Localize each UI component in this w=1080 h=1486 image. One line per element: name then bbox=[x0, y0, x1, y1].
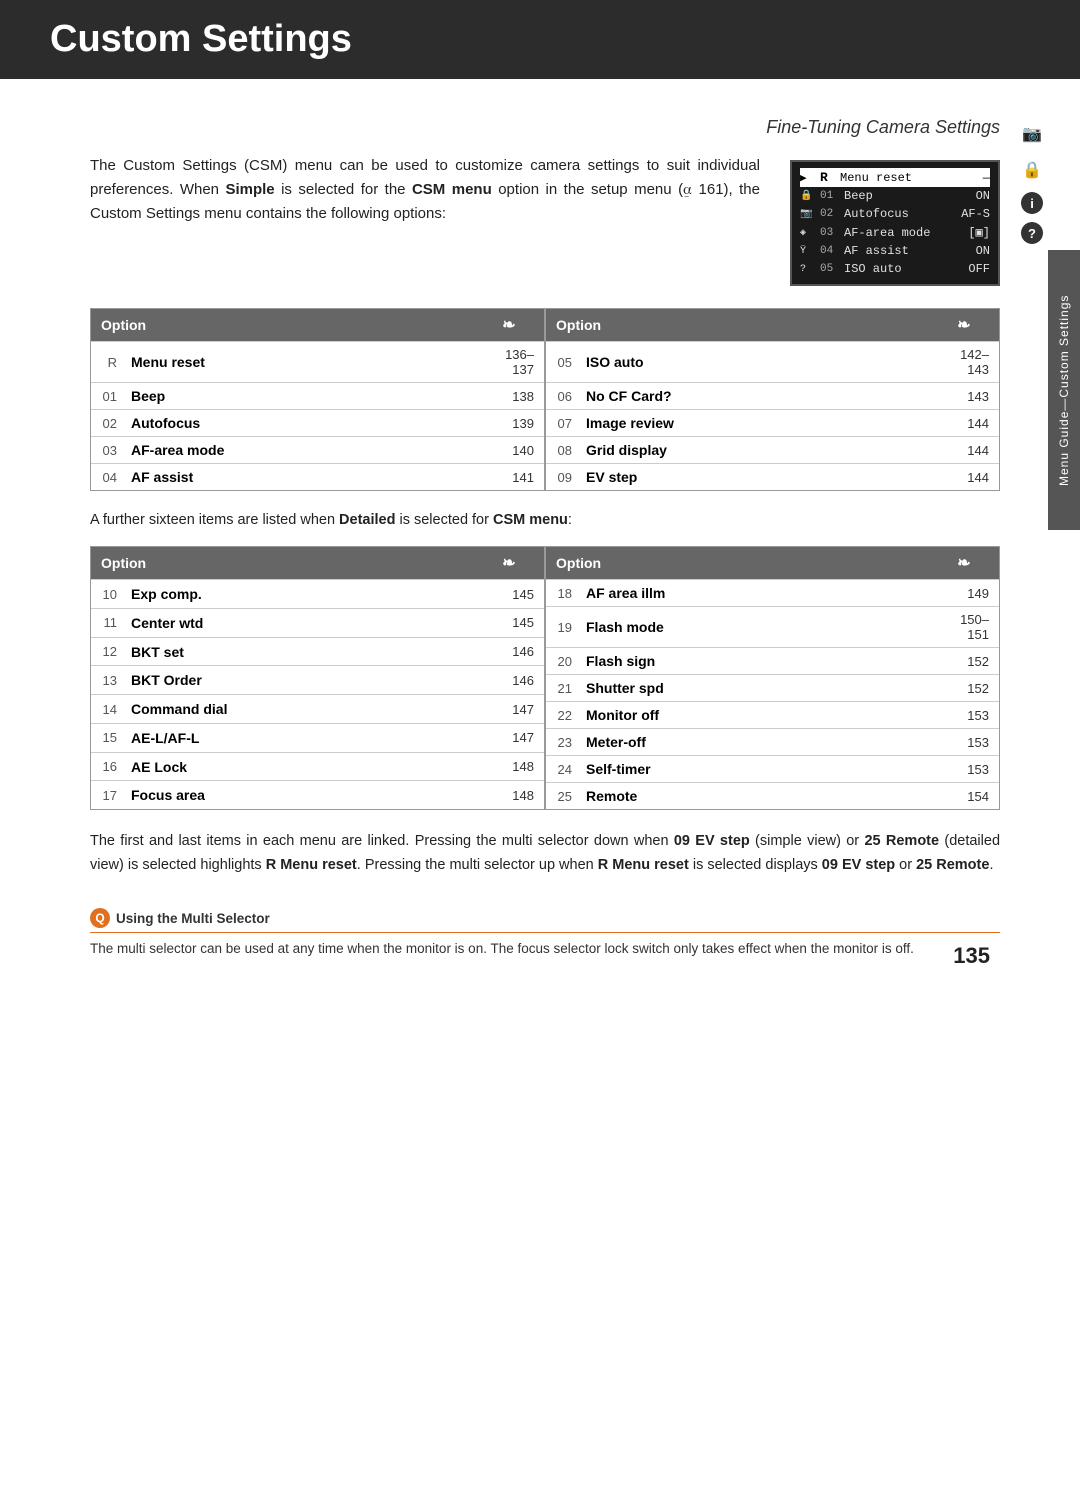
camera-screen-row: ▶ R Menu reset — bbox=[800, 168, 990, 187]
af-area-icon: ◈ bbox=[800, 227, 818, 239]
simple-right-header-option: Option bbox=[546, 309, 929, 342]
simple-left-header-option: Option bbox=[91, 309, 474, 342]
page-number: 135 bbox=[953, 943, 990, 969]
intro-text: The Custom Settings (CSM) menu can be us… bbox=[90, 154, 760, 226]
table-row: 14 Command dial 147 bbox=[91, 695, 544, 724]
table-row: 17 Focus area 148 bbox=[91, 781, 544, 809]
camera-screen: ▶ R Menu reset — 🔒 01 Beep ON 📷 02 Autof… bbox=[790, 160, 1000, 286]
table-row: 23 Meter-off 153 bbox=[546, 729, 999, 756]
header-bar: Custom Settings bbox=[0, 0, 1080, 79]
table-row: 25 Remote 154 bbox=[546, 783, 999, 810]
table-row: 12 BKT set 146 bbox=[91, 637, 544, 666]
table-row: 20 Flash sign 152 bbox=[546, 648, 999, 675]
table-row: 08 Grid display 144 bbox=[546, 437, 999, 464]
table-row: 05 ISO auto 142–143 bbox=[546, 342, 999, 383]
table-row: 06 No CF Card? 143 bbox=[546, 383, 999, 410]
camera-screen-row: 🔒 01 Beep ON bbox=[800, 187, 990, 205]
table-row: 15 AE-L/AF-L 147 bbox=[91, 723, 544, 752]
camera-right-icon: 📷 bbox=[1018, 120, 1046, 148]
question-right-icon: ? bbox=[1021, 222, 1043, 244]
note-section: Q Using the Multi Selector The multi sel… bbox=[90, 908, 1000, 959]
detailed-left-table: Option ❧ 10 Exp comp. 145 11 Center wtd … bbox=[91, 547, 544, 809]
note-title-text: Using the Multi Selector bbox=[116, 911, 270, 926]
table-row: 02 Autofocus 139 bbox=[91, 410, 544, 437]
detailed-menu-table: Option ❧ 10 Exp comp. 145 11 Center wtd … bbox=[90, 546, 1000, 810]
table-row: 10 Exp comp. 145 bbox=[91, 580, 544, 609]
detailed-right-table: Option ❧ 18 AF area illm 149 19 Flash mo… bbox=[546, 547, 999, 809]
camera-screen-row: ? 05 ISO auto OFF bbox=[800, 260, 990, 278]
simple-left-header-icon: ❧ bbox=[474, 309, 544, 342]
table-row: 22 Monitor off 153 bbox=[546, 702, 999, 729]
table-row: 18 AF area illm 149 bbox=[546, 580, 999, 607]
simple-menu-table: Option ❧ R Menu reset 136–137 01 Beep 13… bbox=[90, 308, 1000, 491]
iso-icon: ? bbox=[800, 264, 818, 275]
table-row: 19 Flash mode 150–151 bbox=[546, 607, 999, 648]
note-title: Q Using the Multi Selector bbox=[90, 908, 1000, 933]
note-icon: Q bbox=[90, 908, 110, 928]
af-assist-icon: Ÿ bbox=[800, 246, 818, 257]
detailed-right-header-icon: ❧ bbox=[929, 547, 999, 580]
table-row: 03 AF-area mode 140 bbox=[91, 437, 544, 464]
r-icon: R bbox=[820, 170, 838, 185]
camera-screen-row: ◈ 03 AF-area mode [▣] bbox=[800, 223, 990, 242]
simple-right-header-icon: ❧ bbox=[929, 309, 999, 342]
subtitle: Fine-Tuning Camera Settings bbox=[90, 109, 1000, 154]
table-row: 01 Beep 138 bbox=[91, 383, 544, 410]
info-right-icon: i bbox=[1021, 192, 1043, 214]
table-row: 07 Image review 144 bbox=[546, 410, 999, 437]
table-row: 16 AE Lock 148 bbox=[91, 752, 544, 781]
table-row: 21 Shutter spd 152 bbox=[546, 675, 999, 702]
side-tab: Menu Guide—Custom Settings bbox=[1048, 250, 1080, 530]
table-row: 09 EV step 144 bbox=[546, 464, 999, 491]
side-tab-label: Menu Guide—Custom Settings bbox=[1057, 294, 1071, 485]
table-row: 13 BKT Order 146 bbox=[91, 666, 544, 695]
detailed-left-header-icon: ❧ bbox=[474, 547, 544, 580]
detailed-right-header-option: Option bbox=[546, 547, 929, 580]
page-title: Custom Settings bbox=[50, 18, 352, 60]
table-row: 04 AF assist 141 bbox=[91, 464, 544, 491]
between-text: A further sixteen items are listed when … bbox=[90, 509, 1000, 532]
arrow-icon: ▶ bbox=[800, 171, 818, 185]
table-row: 11 Center wtd 145 bbox=[91, 608, 544, 637]
camera-screen-row: 📷 02 Autofocus AF-S bbox=[800, 205, 990, 223]
simple-left-table: Option ❧ R Menu reset 136–137 01 Beep 13… bbox=[91, 309, 544, 490]
camera-icon: 📷 bbox=[800, 208, 818, 220]
detailed-left-header-option: Option bbox=[91, 547, 474, 580]
right-icons-strip: 📷 🔒 i ? bbox=[1018, 120, 1046, 244]
table-row: R Menu reset 136–137 bbox=[91, 342, 544, 383]
note-body: The multi selector can be used at any ti… bbox=[90, 939, 1000, 959]
lock-right-icon: 🔒 bbox=[1018, 156, 1046, 184]
camera-screen-row: Ÿ 04 AF assist ON bbox=[800, 242, 990, 260]
bottom-text: The first and last items in each menu ar… bbox=[90, 830, 1000, 878]
simple-right-table: Option ❧ 05 ISO auto 142–143 06 No CF Ca… bbox=[546, 309, 999, 490]
lock-icon: 🔒 bbox=[800, 190, 818, 202]
table-row: 24 Self-timer 153 bbox=[546, 756, 999, 783]
